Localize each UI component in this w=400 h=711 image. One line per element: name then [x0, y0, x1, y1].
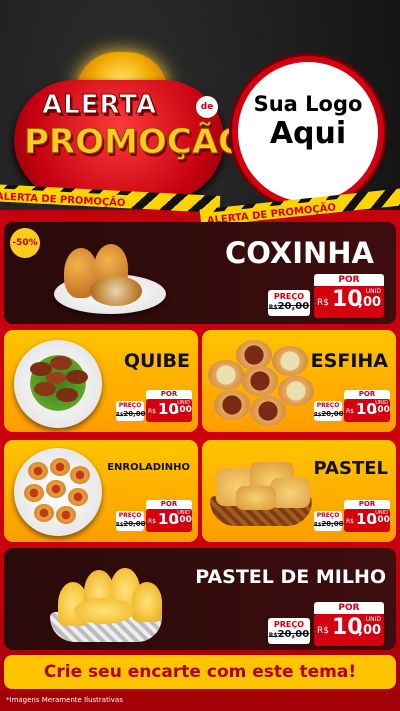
old-price: R$20,00 — [268, 629, 310, 640]
discount-badge: -50% — [10, 228, 40, 258]
price-box: POR PREÇO R$20,00 R$ 10 ,00 UNID — [116, 500, 192, 532]
product-name: PASTEL DE MILHO — [195, 566, 386, 588]
price-box: POR PREÇO R$20,00 R$ 10 ,00 UNID — [268, 274, 384, 318]
product-card-pastel[interactable]: PASTEL POR PREÇO R$20,00 R$ 10 ,00 UNID — [202, 440, 396, 542]
product-card-quibe[interactable]: QUIBE POR PREÇO R$20,00 R$ 10 ,00 UNID — [4, 330, 198, 432]
old-price-box: PREÇO R$20,00 — [268, 618, 310, 644]
footnote: *Imagens Meramente Ilustrativas — [6, 696, 123, 704]
preco-label: PREÇO — [316, 402, 340, 409]
old-price: R$20,00 — [268, 301, 310, 312]
coxinha-image — [50, 234, 170, 322]
product-name: ESFIHA — [310, 350, 388, 372]
preco-label: PREÇO — [316, 512, 340, 519]
badge-title-promocao: PROMOÇÃO — [24, 122, 248, 163]
price-box: POR PREÇO R$20,00 R$ 10 ,00 UNID — [314, 390, 390, 422]
por-label: POR — [146, 390, 192, 399]
old-price-box: PREÇO R$20,00 — [268, 290, 310, 316]
product-name: COXINHA — [224, 236, 374, 270]
new-price: R$ 10 ,00 UNID — [146, 399, 192, 422]
product-card-coxinha[interactable]: -50% COXINHA POR PREÇO R$20,00 R$ 10 ,00… — [4, 222, 396, 324]
badge-de: de — [196, 96, 218, 118]
product-name: PASTEL — [313, 458, 388, 479]
old-price-box: PREÇO R$20,00 — [116, 511, 146, 531]
badge-title-alerta: ALERTA — [41, 90, 158, 121]
pastel-de-milho-image — [44, 562, 168, 646]
old-price-box: PREÇO R$20,00 — [314, 511, 344, 531]
por-label: POR — [314, 602, 384, 614]
new-price: R$ 10 ,00 UNID — [314, 286, 384, 318]
product-card-esfiha[interactable]: ESFIHA POR PREÇO R$20,00 R$ 10 ,00 UNID — [202, 330, 396, 432]
por-label: POR — [344, 500, 390, 509]
product-name: ENROLADINHO — [107, 462, 190, 473]
logo-line2: Aqui — [269, 116, 347, 151]
price-box: POR PREÇO R$20,00 R$ 10 ,00 UNID — [268, 602, 384, 646]
old-price-box: PREÇO R$20,00 — [314, 401, 344, 421]
old-price: R$20,00 — [314, 520, 344, 528]
new-price: R$ 10 ,00 UNID — [314, 614, 384, 646]
new-price: R$ 10 ,00 UNID — [344, 399, 390, 422]
new-price: R$ 10 ,00 UNID — [344, 509, 390, 532]
pastel-image — [206, 452, 316, 534]
old-price-box: PREÇO R$20,00 — [116, 401, 146, 421]
old-price: R$20,00 — [116, 410, 146, 418]
preco-label: PREÇO — [118, 402, 142, 409]
por-label: POR — [146, 500, 192, 509]
preco-label: PREÇO — [118, 512, 142, 519]
enroladinho-image — [12, 444, 104, 538]
product-card-enroladinho[interactable]: ENROLADINHO POR PREÇO R$20,00 R$ 10 ,00 … — [4, 440, 198, 542]
price-box: POR PREÇO R$20,00 R$ 10 ,00 UNID — [116, 390, 192, 422]
por-label: POR — [344, 390, 390, 399]
promo-badge: ALERTA de PROMOÇÃO — [14, 52, 247, 202]
esfiha-image — [206, 336, 318, 428]
quibe-image — [12, 336, 104, 428]
new-price: R$ 10 ,00 UNID — [146, 509, 192, 532]
logo-line1: Sua Logo — [253, 92, 363, 116]
old-price: R$20,00 — [314, 410, 344, 418]
old-price: R$20,00 — [116, 520, 146, 528]
cta-banner[interactable]: Crie seu encarte com este tema! — [4, 655, 396, 689]
por-label: POR — [314, 274, 384, 286]
logo-placeholder: Sua Logo Aqui — [232, 56, 384, 208]
price-box: POR PREÇO R$20,00 R$ 10 ,00 UNID — [314, 500, 390, 532]
product-name: QUIBE — [123, 350, 190, 372]
product-card-pastel-de-milho[interactable]: PASTEL DE MILHO POR PREÇO R$20,00 R$ 10 … — [4, 548, 396, 650]
